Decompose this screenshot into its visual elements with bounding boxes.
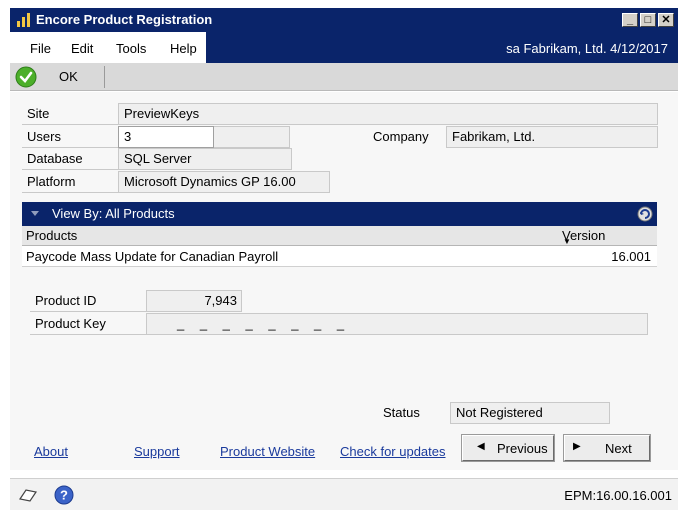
- users-field[interactable]: 3: [118, 126, 214, 148]
- toolbar-separator: [104, 66, 105, 88]
- previous-button[interactable]: ◀ Previous: [461, 434, 555, 462]
- menu-tools[interactable]: Tools: [116, 41, 146, 56]
- menu-edit[interactable]: Edit: [71, 41, 93, 56]
- help-icon[interactable]: ?: [54, 485, 74, 505]
- status-label: Status: [383, 405, 420, 420]
- next-arrow-icon: ▶: [573, 441, 581, 452]
- version-cell: 16.001: [611, 249, 651, 264]
- note-icon[interactable]: [18, 487, 38, 503]
- database-field: SQL Server: [118, 148, 292, 170]
- grid-column-header: Products Version ▼: [22, 226, 657, 246]
- sort-arrow-icon: ▼: [563, 237, 571, 246]
- support-link[interactable]: Support: [134, 444, 180, 459]
- grid-header: View By: All Products: [22, 202, 657, 226]
- menu-info-panel: sa Fabrikam, Ltd. 4/12/2017: [206, 32, 678, 63]
- previous-button-label: Previous: [497, 441, 548, 456]
- menu-bar: File Edit Tools Help sa Fabrikam, Ltd. 4…: [10, 32, 678, 63]
- ok-button[interactable]: OK: [59, 69, 78, 84]
- next-button-label: Next: [605, 441, 632, 456]
- user-company-date: sa Fabrikam, Ltd. 4/12/2017: [506, 41, 668, 56]
- app-icon: [17, 13, 30, 27]
- product-website-link[interactable]: Product Website: [220, 444, 315, 459]
- minimize-button[interactable]: _: [622, 13, 638, 27]
- window-title: Encore Product Registration: [36, 12, 213, 27]
- company-field: Fabrikam, Ltd.: [446, 126, 658, 148]
- company-label: Company: [373, 129, 429, 144]
- product-key-label: Product Key: [30, 313, 146, 335]
- toolbar: OK: [10, 63, 678, 91]
- users-field-filler: [214, 126, 290, 148]
- chevron-down-icon[interactable]: [30, 210, 40, 218]
- users-label: Users: [22, 126, 118, 148]
- product-name-cell: Paycode Mass Update for Canadian Payroll: [26, 249, 279, 264]
- table-row[interactable]: Paycode Mass Update for Canadian Payroll…: [22, 246, 657, 267]
- close-button[interactable]: ✕: [658, 13, 674, 27]
- view-by-label[interactable]: View By: All Products: [52, 206, 175, 221]
- database-label: Database: [22, 148, 118, 170]
- site-field: PreviewKeys: [118, 103, 658, 125]
- checkmark-icon[interactable]: [15, 66, 37, 88]
- status-field: Not Registered: [450, 402, 610, 424]
- site-label: Site: [22, 103, 118, 125]
- maximize-button[interactable]: □: [640, 13, 656, 27]
- about-link[interactable]: About: [34, 444, 68, 459]
- next-button[interactable]: ▶ Next: [563, 434, 651, 462]
- check-for-updates-link[interactable]: Check for updates: [340, 444, 446, 459]
- refresh-icon[interactable]: [637, 206, 653, 222]
- menu-help[interactable]: Help: [170, 41, 197, 56]
- title-bar[interactable]: Encore Product Registration _ □ ✕: [10, 8, 678, 32]
- products-column-header[interactable]: Products: [26, 228, 77, 243]
- platform-field: Microsoft Dynamics GP 16.00: [118, 171, 330, 193]
- product-id-label: Product ID: [30, 290, 146, 312]
- version-info: EPM:16.00.16.001: [564, 488, 672, 503]
- product-key-field[interactable]: _ _ _ _ _ _ _ _: [146, 313, 648, 335]
- platform-label: Platform: [22, 171, 118, 193]
- status-bar: ? EPM:16.00.16.001: [10, 478, 678, 510]
- product-id-field: 7,943: [146, 290, 242, 312]
- previous-arrow-icon: ◀: [477, 441, 485, 452]
- menu-file[interactable]: File: [30, 41, 51, 56]
- svg-text:?: ?: [60, 488, 68, 503]
